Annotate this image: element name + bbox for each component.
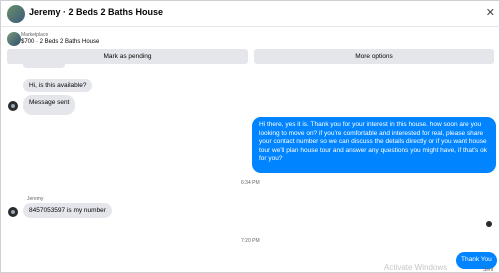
sender-name: Jeremy (27, 196, 44, 202)
message-thread[interactable]: Hi, is this available? Message sent Hi t… (1, 61, 500, 273)
marketplace-label: Marketplace (21, 32, 49, 38)
more-options-button[interactable]: More options (254, 49, 494, 64)
listing-title[interactable]: $700 · 2 Beds 2 Baths House (21, 39, 99, 45)
seen-avatar-icon (486, 221, 492, 227)
message-status: Sent (483, 267, 494, 273)
sender-avatar-icon[interactable] (8, 101, 18, 111)
marketplace-listing-bar[interactable]: Marketplace $700 · 2 Beds 2 Baths House (1, 29, 500, 49)
chat-window: Jeremy · 2 Beds 2 Baths House ✕ Marketpl… (0, 0, 500, 273)
message-bubble-partial (23, 61, 65, 68)
message-timestamp: 7:20 PM (241, 238, 260, 244)
message-timestamp: 6:34 PM (241, 180, 260, 186)
message-bubble-incoming: 8457053597 is my number (23, 203, 112, 218)
chat-title[interactable]: Jeremy · 2 Beds 2 Baths House (29, 7, 163, 17)
activate-windows-watermark: Activate Windows (384, 263, 448, 272)
chat-header: Jeremy · 2 Beds 2 Baths House ✕ (1, 1, 500, 27)
close-icon[interactable]: ✕ (486, 5, 495, 21)
listing-thumbnail-icon (7, 32, 21, 46)
message-bubble-incoming: Message sent (23, 95, 76, 115)
message-bubble-outgoing: Hi there, yes it is. Thank you for your … (252, 117, 496, 173)
message-bubble-incoming: Hi, is this available? (23, 79, 93, 92)
sender-avatar-icon[interactable] (8, 207, 18, 217)
user-avatar-icon[interactable] (7, 5, 25, 23)
